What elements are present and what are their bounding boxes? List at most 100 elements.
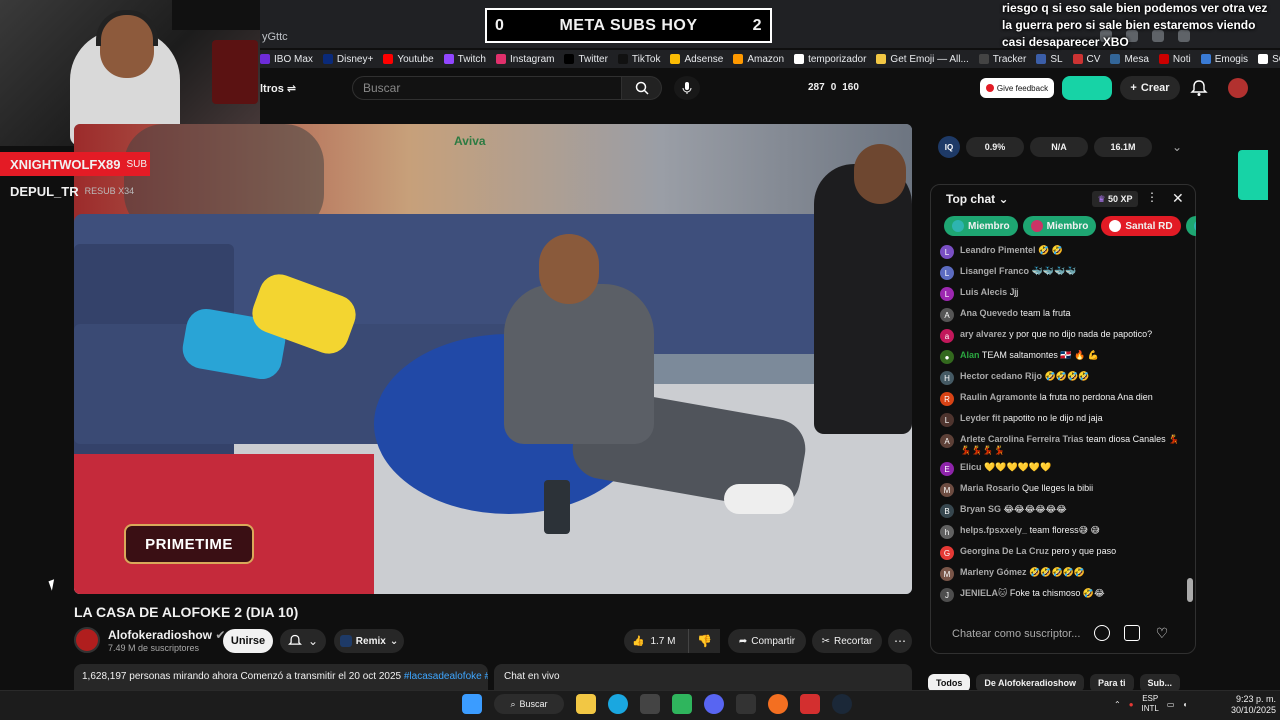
bookmark-1[interactable]: Disney+ [322, 54, 373, 65]
chat-avatar[interactable]: h [940, 525, 954, 539]
chat-message[interactable]: G Georgina De La Cruz pero y que paso [940, 543, 1184, 564]
chat-message[interactable]: M Maria Rosario Que lleges la bibii [940, 480, 1184, 501]
chat-message[interactable]: J JENIELA🐱 Foke ta chismoso 🤣😂 [940, 585, 1184, 606]
bookmark-10[interactable]: Get Emoji — All... [876, 54, 969, 65]
bookmark-5[interactable]: Twitter [564, 54, 608, 65]
app-icon-red[interactable] [800, 694, 820, 714]
close-icon[interactable]: ✕ [1172, 190, 1184, 207]
bookmark-13[interactable]: CV [1072, 54, 1100, 65]
chat-avatar[interactable]: R [940, 392, 954, 406]
bookmark-7[interactable]: Adsense [670, 54, 723, 65]
steam-icon[interactable] [832, 694, 852, 714]
description-hashtags[interactable]: #lacasadealofoke #al [404, 671, 488, 682]
remix-button[interactable]: Remix ⌄ [334, 629, 404, 653]
chat-message[interactable]: E Elicu 💛💛💛💛💛💛 [940, 459, 1184, 480]
chat-author[interactable]: JENIELA🐱 [960, 588, 1007, 598]
app-icon-orange[interactable] [768, 694, 788, 714]
chat-author[interactable]: Raulin Agramonte [960, 392, 1037, 402]
chat-author[interactable]: ary alvarez [960, 329, 1007, 339]
chat-author[interactable]: Bryan SG [960, 504, 1001, 514]
file-explorer-icon[interactable] [576, 694, 596, 714]
bookmark-8[interactable]: Amazon [733, 54, 784, 65]
search-input[interactable]: Buscar [352, 76, 622, 100]
chevron-up-icon[interactable]: ⌃ [1114, 700, 1121, 709]
channel-name[interactable]: Alofokeradioshow ✔ [108, 628, 225, 642]
share-button[interactable]: ➦ Compartir [728, 629, 806, 653]
chat-message[interactable]: L Lisangel Franco 🐳🐳🐳🐳 [940, 263, 1184, 284]
bookmark-15[interactable]: Noti [1158, 54, 1191, 65]
chat-chip-3[interactable]: A [1185, 216, 1196, 236]
mic-icon[interactable]: ● [1129, 700, 1134, 709]
emoji-icon[interactable] [1094, 625, 1110, 641]
heart-icon[interactable]: ♡ [1154, 625, 1170, 641]
more-actions-button[interactable]: ⋯ [888, 629, 912, 653]
chat-message[interactable]: A Ana Quevedo team la fruta [940, 305, 1184, 326]
chat-author[interactable]: Luis Alecis [960, 287, 1007, 297]
app-icon[interactable] [640, 694, 660, 714]
bookmark-16[interactable]: Emogis [1200, 54, 1248, 65]
chat-message[interactable]: L Leandro Pimentel 🤣 🤣 [940, 242, 1184, 263]
bookmark-2[interactable]: Youtube [383, 54, 434, 65]
chat-message[interactable]: M Marleny Gómez 🤣🤣🤣🤣🤣 [940, 564, 1184, 585]
chat-author[interactable]: Lisangel Franco [960, 266, 1029, 276]
chat-author[interactable]: Alan [960, 350, 980, 360]
chat-message[interactable]: L Luis Alecis Jjj [940, 284, 1184, 305]
chat-mode-selector[interactable]: Top chat ⌄ [946, 192, 1009, 206]
bookmark-0[interactable]: IBO Max [260, 54, 313, 65]
app-icon-dark[interactable] [736, 694, 756, 714]
bell-icon[interactable] [1190, 79, 1208, 97]
side-extension-tab[interactable] [1238, 150, 1268, 200]
chat-author[interactable]: Marleny Gómez [960, 567, 1027, 577]
chat-message[interactable]: ● Alan TEAM saltamontes 🇩🇴 🔥 💪 [940, 347, 1184, 368]
network-icon[interactable]: ▭ [1167, 700, 1175, 709]
chat-author[interactable]: Leandro Pimentel [960, 245, 1036, 255]
chat-avatar[interactable]: H [940, 371, 954, 385]
chat-more-icon[interactable]: ⋮ [1146, 190, 1158, 204]
chat-avatar[interactable]: E [940, 462, 954, 476]
chat-avatar[interactable]: L [940, 245, 954, 259]
filters-button[interactable]: ltros ⇌ [260, 82, 296, 95]
description-box[interactable]: 1,628,197 personas mirando ahora Comenzó… [74, 664, 488, 690]
chat-avatar[interactable]: M [940, 483, 954, 497]
chat-author[interactable]: Arlete Carolina Ferreira Trias [960, 434, 1084, 444]
chat-avatar[interactable]: A [940, 308, 954, 322]
chat-message[interactable]: H Hector cedano Rijo 🤣🤣🤣🤣 [940, 368, 1184, 389]
chat-avatar[interactable]: B [940, 504, 954, 518]
windows-start-icon[interactable] [462, 694, 482, 714]
chat-avatar[interactable]: M [940, 567, 954, 581]
system-clock[interactable]: 9:23 p. m. 30/10/2025 [1224, 694, 1276, 716]
chat-author[interactable]: helps.fpsxxely_ [960, 525, 1027, 535]
bookmark-3[interactable]: Twitch [443, 54, 486, 65]
chat-chip-0[interactable]: Miembro [944, 216, 1018, 236]
chat-author[interactable]: Maria Rosario [960, 483, 1020, 493]
chat-message[interactable]: L Leyder fit papotito no le dijo nd jaja [940, 410, 1184, 431]
bookmark-9[interactable]: temporizador [794, 54, 866, 65]
extension-button[interactable] [1062, 76, 1112, 100]
bookmark-12[interactable]: SL [1036, 54, 1063, 65]
bookmark-4[interactable]: Instagram [496, 54, 554, 65]
bookmark-6[interactable]: TikTok [617, 54, 660, 65]
account-avatar[interactable] [1228, 78, 1248, 98]
chat-avatar[interactable]: L [940, 413, 954, 427]
chat-chip-1[interactable]: Miembro [1022, 216, 1097, 236]
chat-message[interactable]: a ary alvarez y por que no dijo nada de p… [940, 326, 1184, 347]
bookmark-17[interactable]: SORTEO PICKER [1258, 54, 1280, 65]
discord-icon[interactable] [704, 694, 724, 714]
app-icon-green[interactable] [672, 694, 692, 714]
chat-scrollbar[interactable] [1187, 578, 1193, 602]
chat-input[interactable]: Chatear como suscriptor... [942, 622, 1082, 646]
chat-avatar[interactable]: ● [940, 350, 954, 364]
notifications-button[interactable]: ⌄ [280, 629, 326, 653]
chat-message[interactable]: A Arlete Carolina Ferreira Trias team dio… [940, 431, 1184, 459]
chat-avatar[interactable]: a [940, 329, 954, 343]
chat-author[interactable]: Ana Quevedo [960, 308, 1018, 318]
chat-chip-2[interactable]: Santal RD [1101, 216, 1181, 236]
chat-avatar[interactable]: L [940, 266, 954, 280]
keyboard-language[interactable]: ESP INTL [1142, 694, 1159, 714]
give-feedback-button[interactable]: Give feedback [980, 78, 1054, 98]
chat-avatar[interactable]: A [940, 434, 954, 448]
chat-message[interactable]: B Bryan SG 😂😂😂😂😂😂 [940, 501, 1184, 522]
voice-search-button[interactable] [674, 76, 700, 100]
create-button[interactable]: + Crear [1120, 76, 1180, 100]
chat-author[interactable]: Hector cedano Rijo [960, 371, 1042, 381]
